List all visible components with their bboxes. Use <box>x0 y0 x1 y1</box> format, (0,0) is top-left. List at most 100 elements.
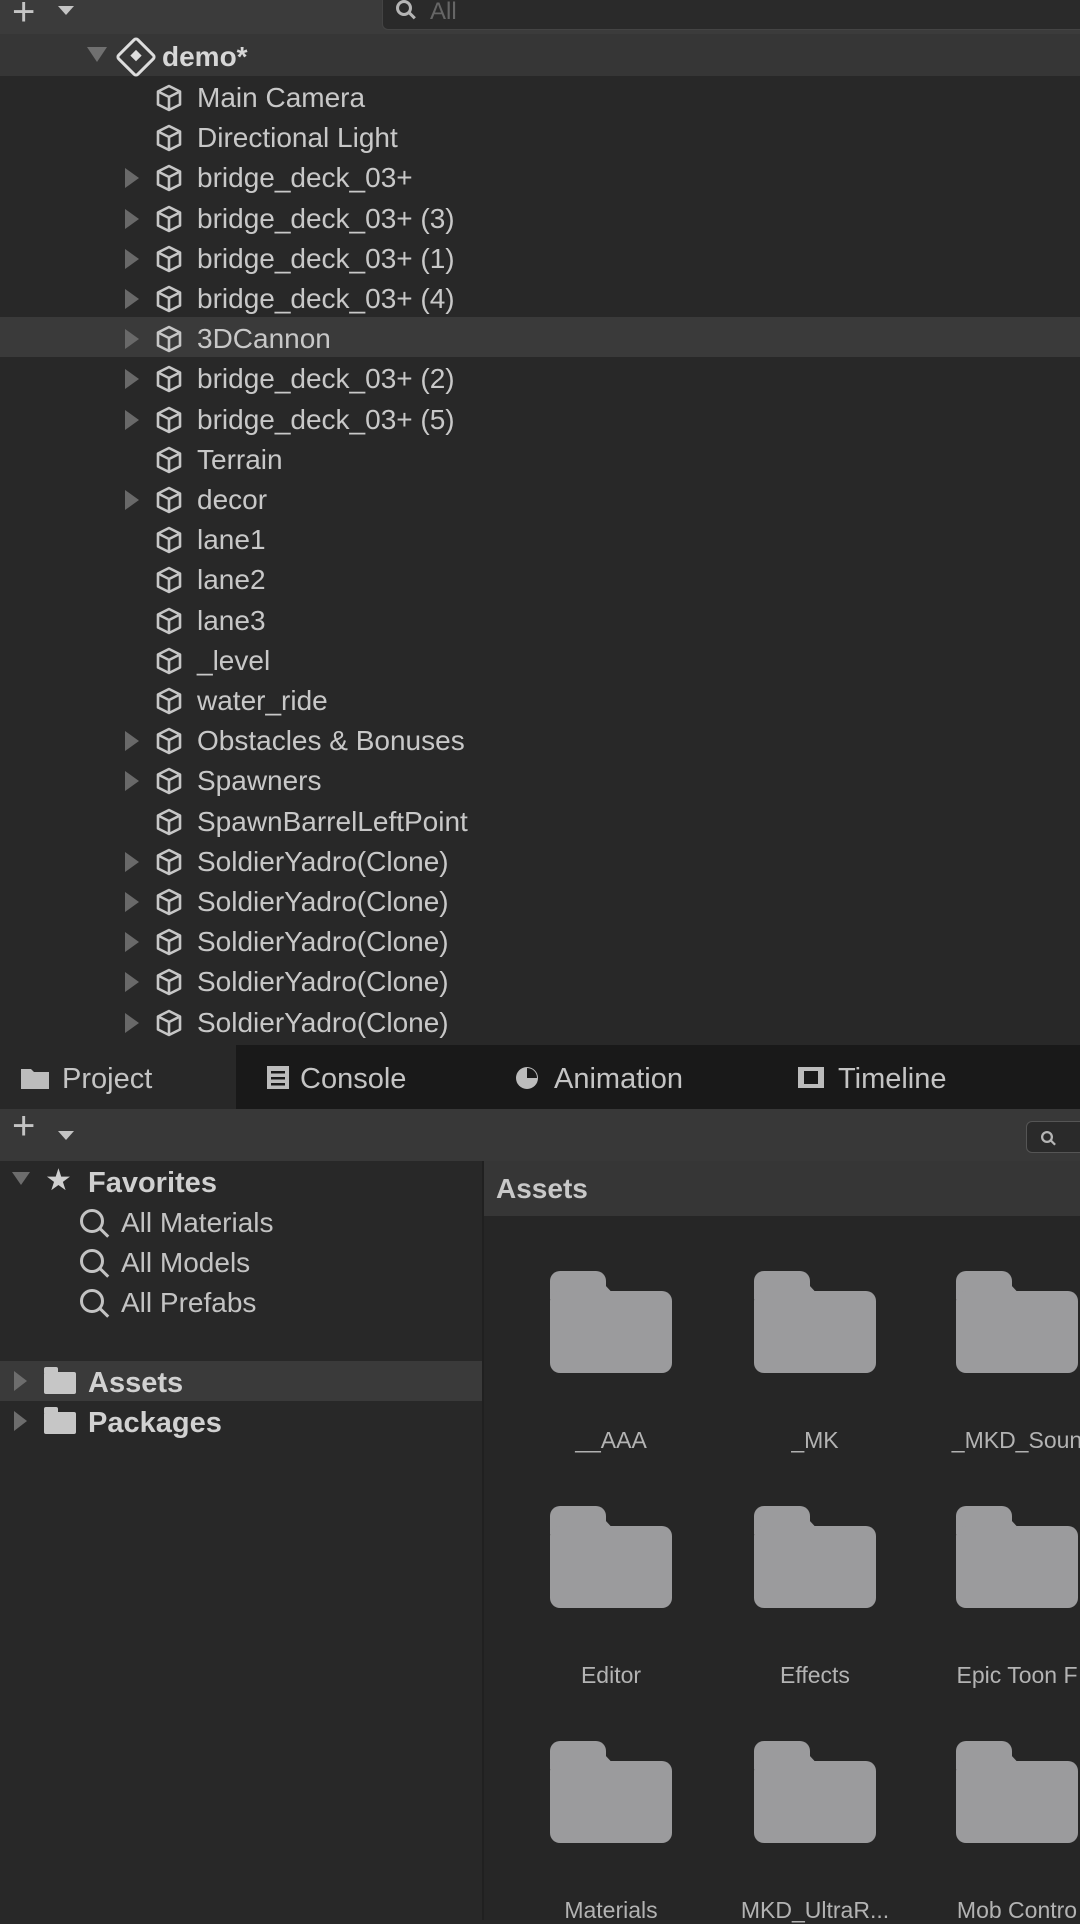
hierarchy-item-label: lane2 <box>197 564 266 596</box>
create-button[interactable]: + <box>12 0 35 32</box>
expand-arrow-icon[interactable] <box>125 851 139 872</box>
hierarchy-item-label: bridge_deck_03+ (3) <box>197 202 455 234</box>
asset-folder[interactable] <box>956 1271 1078 1373</box>
expand-arrow-icon[interactable] <box>14 1371 27 1391</box>
expand-arrow-icon[interactable] <box>125 248 139 269</box>
gameobject-cube-icon <box>154 606 184 636</box>
expand-arrow-icon[interactable] <box>125 1012 139 1033</box>
scene-root-row[interactable]: demo* <box>0 34 1080 79</box>
search-icon <box>80 1289 104 1313</box>
hierarchy-item-label: SoldierYadro(Clone) <box>197 926 449 958</box>
hierarchy-item-label: Directional Light <box>197 122 398 154</box>
expand-arrow-icon[interactable] <box>125 289 139 309</box>
asset-folder[interactable] <box>550 1506 672 1608</box>
gameobject-cube-icon <box>154 83 184 113</box>
asset-folder[interactable] <box>956 1741 1078 1843</box>
gameobject-cube-icon <box>154 807 184 837</box>
expand-arrow-icon[interactable] <box>125 329 139 350</box>
favorites-expand-arrow-icon[interactable] <box>12 1172 30 1185</box>
expand-arrow-icon[interactable] <box>125 208 139 229</box>
expand-arrow-icon[interactable] <box>125 490 139 510</box>
hierarchy-item[interactable]: SoldierYadro(Clone) <box>0 1001 1080 1041</box>
hierarchy-item-label: Obstacles & Bonuses <box>197 725 465 757</box>
asset-folder[interactable] <box>754 1506 876 1608</box>
expand-arrow-icon[interactable] <box>125 731 139 752</box>
hierarchy-item[interactable]: SoldierYadro(Clone) <box>0 960 1080 1000</box>
asset-folder[interactable] <box>550 1741 672 1843</box>
hierarchy-item[interactable]: Obstacles & Bonuses <box>0 719 1080 759</box>
folder-icon <box>21 1069 49 1089</box>
hierarchy-item[interactable]: SoldierYadro(Clone) <box>0 920 1080 960</box>
gameobject-cube-icon <box>154 163 184 193</box>
hierarchy-item[interactable]: lane2 <box>0 558 1080 598</box>
favorites-row[interactable]: ★ Favorites <box>0 1161 482 1201</box>
expand-arrow-icon[interactable] <box>125 932 139 953</box>
favorite-search-item[interactable]: All Prefabs <box>0 1281 482 1321</box>
scene-expand-arrow-icon[interactable] <box>87 47 107 62</box>
hierarchy-item[interactable]: Main Camera <box>0 76 1080 116</box>
hierarchy-item[interactable]: _level <box>0 639 1080 679</box>
root-folder-item[interactable]: Assets <box>0 1361 482 1401</box>
project-create-button[interactable]: + <box>12 1106 35 1146</box>
expand-arrow-icon[interactable] <box>125 892 139 912</box>
hierarchy-item[interactable]: bridge_deck_03+ (2) <box>0 357 1080 397</box>
favorite-search-item[interactable]: All Materials <box>0 1201 482 1241</box>
tab-animation[interactable]: Animation <box>486 1045 776 1109</box>
asset-folder[interactable] <box>956 1506 1078 1608</box>
asset-folder[interactable] <box>550 1271 672 1373</box>
hierarchy-item[interactable]: bridge_deck_03+ (1) <box>0 237 1080 277</box>
gameobject-cube-icon <box>154 204 184 234</box>
asset-folder[interactable] <box>754 1271 876 1373</box>
hierarchy-toolbar: + All <box>0 0 1080 34</box>
assets-header-label: Assets <box>496 1173 588 1204</box>
hierarchy-item[interactable]: bridge_deck_03+ (4) <box>0 277 1080 317</box>
favorite-search-item[interactable]: All Models <box>0 1241 482 1281</box>
tab-console[interactable]: Console <box>236 1045 486 1109</box>
hierarchy-item[interactable]: Terrain <box>0 438 1080 478</box>
hierarchy-item[interactable]: bridge_deck_03+ (5) <box>0 398 1080 438</box>
tab-project[interactable]: Project <box>0 1045 236 1109</box>
hierarchy-item[interactable]: lane1 <box>0 518 1080 558</box>
root-folder-item[interactable]: Packages <box>0 1401 482 1441</box>
project-assets-grid-pane: Assets __AAA _MK _MKD_Soun Editor Effects Epi… <box>484 1161 1080 1923</box>
create-dropdown-icon[interactable] <box>58 6 74 15</box>
asset-folder[interactable] <box>754 1741 876 1843</box>
scene-name: demo* <box>162 41 248 72</box>
hierarchy-item-label: decor <box>197 484 268 515</box>
hierarchy-item-label: SoldierYadro(Clone) <box>197 1006 449 1038</box>
hierarchy-item[interactable]: bridge_deck_03+ (3) <box>0 197 1080 237</box>
expand-arrow-icon[interactable] <box>125 771 139 792</box>
hierarchy-item[interactable]: bridge_deck_03+ <box>0 156 1080 196</box>
gameobject-cube-icon <box>154 445 184 475</box>
hierarchy-search-input[interactable] <box>382 0 1080 30</box>
star-icon: ★ <box>45 1164 72 1197</box>
tab-timeline[interactable]: Timeline <box>776 1045 1036 1109</box>
root-folder-label: Assets <box>88 1367 184 1399</box>
asset-folder-label: __AAA <box>575 1427 647 1453</box>
expand-arrow-icon[interactable] <box>14 1411 27 1431</box>
folder-icon <box>44 1407 76 1434</box>
console-icon <box>267 1066 289 1089</box>
asset-folder-label: Effects <box>780 1662 850 1688</box>
hierarchy-item[interactable]: Spawners <box>0 759 1080 799</box>
hierarchy-item[interactable]: lane3 <box>0 599 1080 639</box>
hierarchy-item[interactable]: 3DCannon <box>0 317 1080 358</box>
project-create-dropdown-icon[interactable] <box>58 1131 74 1140</box>
project-search-input[interactable] <box>1026 1121 1080 1153</box>
hierarchy-item[interactable]: decor <box>0 478 1080 518</box>
favorite-search-label: All Models <box>121 1247 251 1278</box>
hierarchy-item[interactable]: SoldierYadro(Clone) <box>0 840 1080 880</box>
hierarchy-item-label: SpawnBarrelLeftPoint <box>197 805 468 837</box>
hierarchy-item[interactable]: SoldierYadro(Clone) <box>0 880 1080 920</box>
hierarchy-item[interactable]: SpawnBarrelLeftPoint <box>0 800 1080 840</box>
expand-arrow-icon[interactable] <box>125 972 139 993</box>
expand-arrow-icon[interactable] <box>125 369 139 390</box>
hierarchy-item[interactable]: water_ride <box>0 679 1080 719</box>
gameobject-cube-icon <box>154 847 184 877</box>
gameobject-cube-icon <box>154 485 184 515</box>
expand-arrow-icon[interactable] <box>125 168 139 189</box>
assets-breadcrumb: Assets <box>484 1161 1080 1216</box>
gameobject-cube-icon <box>154 646 184 676</box>
expand-arrow-icon[interactable] <box>125 409 139 430</box>
hierarchy-item[interactable]: Directional Light <box>0 116 1080 156</box>
